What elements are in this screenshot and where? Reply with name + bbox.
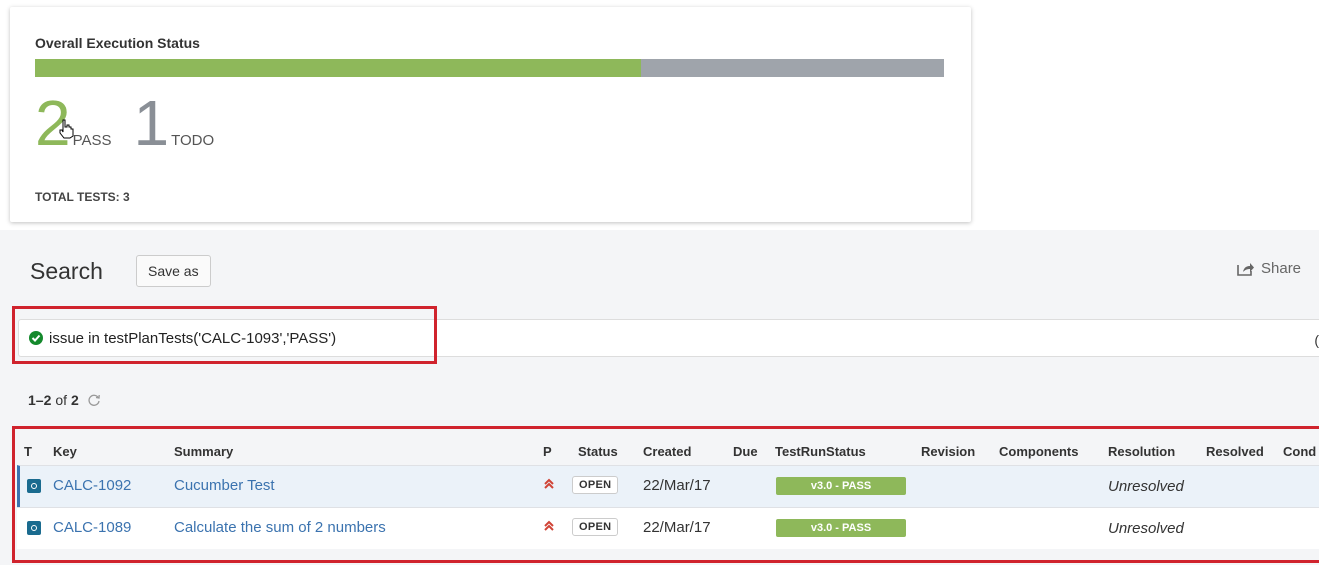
progress-todo-segment[interactable] [641,59,944,77]
results-range: 1–2 [28,392,52,408]
results-count: 1–2 of 2 [28,392,101,408]
pass-label: PASS [72,132,112,149]
execution-status-card: Overall Execution Status 2 PASS 1 TODO T… [10,7,971,222]
results-total: 2 [71,392,79,408]
search-panel: Search Save as Share issue in testPlanTe… [0,230,1319,565]
execution-progress-bar [35,59,944,77]
hand-cursor-icon [59,119,74,139]
execution-status-title: Overall Execution Status [35,35,200,51]
results-of: of [55,392,68,408]
table-highlight-box [12,426,1319,563]
refresh-icon[interactable] [87,393,101,407]
total-tests: TOTAL TESTS: 3 [35,190,130,204]
share-button[interactable]: Share [1237,260,1301,277]
page: Overall Execution Status 2 PASS 1 TODO T… [0,0,1319,565]
todo-label: TODO [171,132,215,149]
search-title: Search [30,258,103,284]
query-help-icon[interactable]: ( [1314,332,1319,348]
progress-pass-segment[interactable] [35,59,642,77]
query-highlight-box [12,306,437,364]
todo-count-group[interactable]: 1 TODO [134,91,215,155]
share-icon [1237,262,1254,276]
save-as-button[interactable]: Save as [136,255,211,287]
todo-count[interactable]: 1 [134,91,170,155]
share-label: Share [1261,260,1302,277]
